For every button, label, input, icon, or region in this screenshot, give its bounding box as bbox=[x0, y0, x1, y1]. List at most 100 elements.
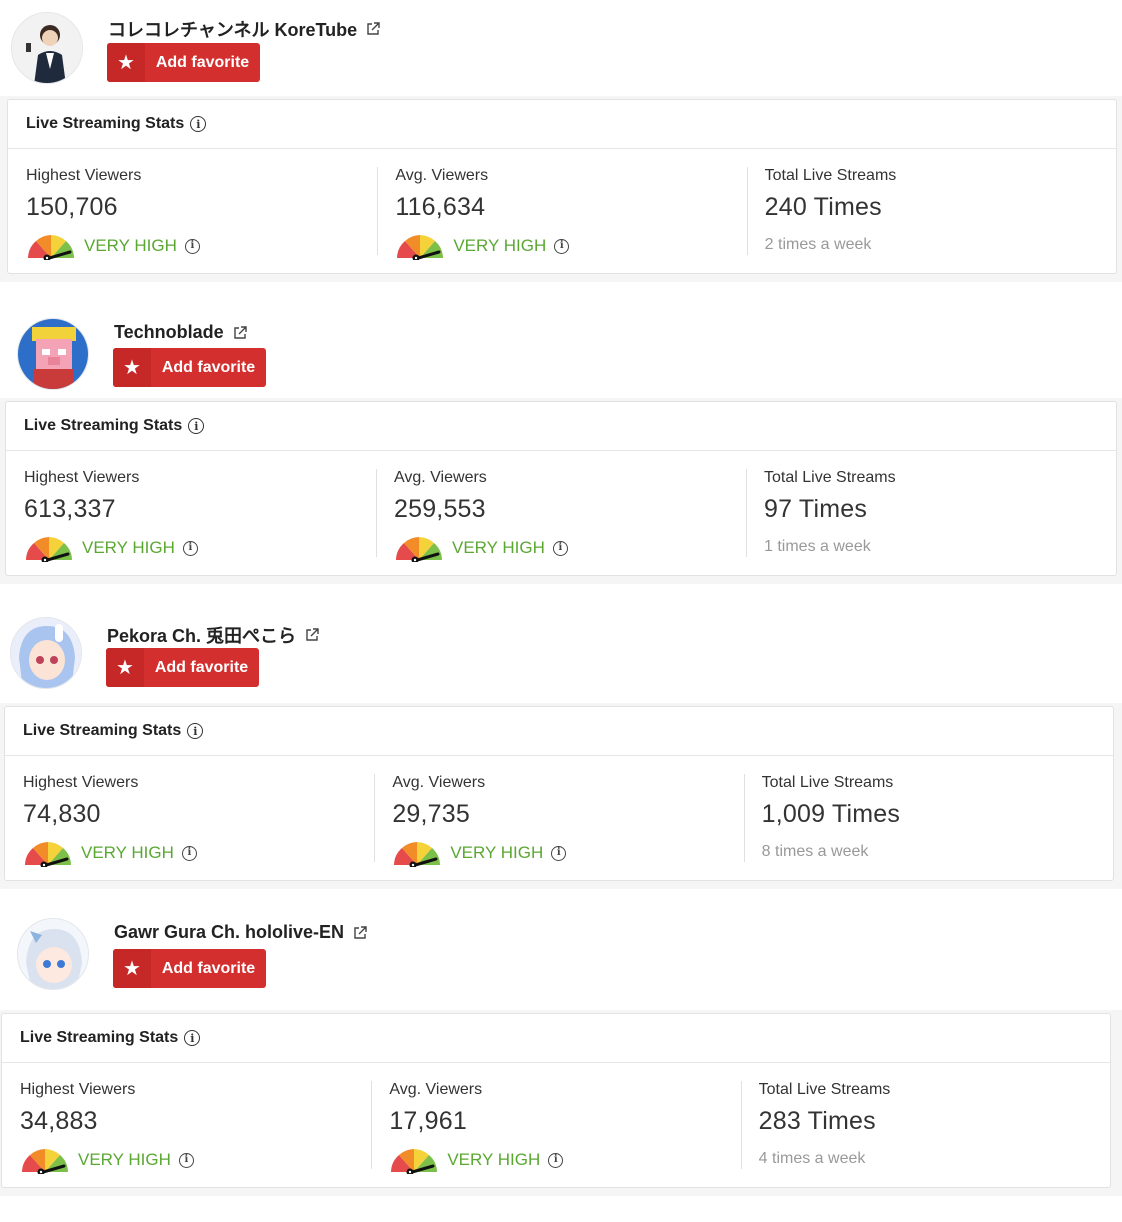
info-icon[interactable]: i bbox=[184, 238, 200, 254]
gauge-icon bbox=[394, 842, 441, 867]
avg-viewers-value: 29,735 bbox=[392, 800, 470, 828]
avg-viewers-stat: Avg. Viewers 17,961 VERY HIGH i bbox=[371, 1063, 740, 1187]
avg-viewers-label: Avg. Viewers bbox=[395, 167, 489, 184]
rating-text: VERY HIGH bbox=[453, 236, 547, 255]
rating-text: VERY HIGH bbox=[452, 538, 545, 557]
stats-title: Live Streaming Stats i bbox=[6, 402, 1116, 451]
total-streams-value: 1,009 Times bbox=[761, 800, 901, 828]
info-icon[interactable]: i bbox=[187, 723, 204, 739]
highest-viewers-stat: Highest Viewers 74,830 VERY HIGH i bbox=[5, 756, 374, 880]
stats-title-text: Live Streaming Stats bbox=[24, 417, 183, 434]
add-favorite-button[interactable]: ★ Add favorite bbox=[113, 949, 266, 988]
stats-title-text: Live Streaming Stats bbox=[23, 722, 182, 739]
total-streams-label: Total Live Streams bbox=[764, 167, 897, 184]
highest-viewers-label: Highest Viewers bbox=[26, 167, 142, 184]
stats-card: Live Streaming Stats i Highest Viewers 1… bbox=[7, 99, 1117, 274]
shark-avatar-image bbox=[18, 919, 88, 989]
stream-frequency: 2 times a week bbox=[764, 236, 872, 253]
avg-viewers-label: Avg. Viewers bbox=[389, 1081, 483, 1098]
info-icon[interactable]: i bbox=[182, 540, 198, 556]
total-streams-label: Total Live Streams bbox=[761, 774, 894, 791]
external-link-icon bbox=[233, 325, 247, 339]
gauge-icon bbox=[28, 235, 74, 260]
highest-viewers-value: 74,830 bbox=[23, 800, 101, 828]
info-icon[interactable]: i bbox=[188, 418, 205, 434]
highest-viewers-stat: Highest Viewers 34,883 VERY HIGH i bbox=[2, 1063, 371, 1187]
total-streams-stat: Total Live Streams 97 Times 1 times a we… bbox=[746, 451, 1116, 575]
channel-name-link[interactable]: Technoblade bbox=[114, 322, 248, 343]
highest-viewers-label: Highest Viewers bbox=[24, 469, 140, 486]
highest-viewers-label: Highest Viewers bbox=[23, 774, 139, 791]
gauge-icon bbox=[25, 842, 71, 867]
gauge-icon bbox=[26, 537, 72, 562]
stats-card: Live Streaming Stats i Highest Viewers 6… bbox=[5, 401, 1117, 576]
star-icon: ★ bbox=[113, 949, 151, 988]
gauge-icon bbox=[397, 235, 444, 260]
channel-block: Pekora Ch. 兎田ぺこら ★ Add favorite Live Str… bbox=[0, 606, 1122, 889]
rating-text: VERY HIGH bbox=[78, 1150, 171, 1169]
total-streams-label: Total Live Streams bbox=[764, 469, 896, 486]
stats-title-text: Live Streaming Stats bbox=[20, 1029, 179, 1046]
info-icon[interactable]: i bbox=[181, 845, 197, 861]
total-streams-value: 240 Times bbox=[764, 193, 882, 221]
channel-block: Technoblade ★ Add favorite Live Streamin… bbox=[0, 306, 1122, 584]
info-icon[interactable]: i bbox=[184, 1030, 201, 1046]
stats-title: Live Streaming Stats i bbox=[2, 1014, 1110, 1063]
highest-viewers-value: 34,883 bbox=[20, 1107, 98, 1135]
anime-avatar-image bbox=[11, 618, 81, 688]
info-icon[interactable]: i bbox=[554, 238, 570, 254]
stats-title: Live Streaming Stats i bbox=[5, 707, 1113, 756]
channel-avatar[interactable] bbox=[11, 12, 83, 84]
rating-text: VERY HIGH bbox=[447, 1150, 541, 1169]
info-icon[interactable]: i bbox=[552, 540, 568, 556]
avg-viewers-label: Avg. Viewers bbox=[394, 469, 487, 486]
channel-block: Gawr Gura Ch. hololive-EN ★ Add favorite… bbox=[0, 906, 1122, 1196]
avg-viewers-stat: Avg. Viewers 29,735 VERY HIGH i bbox=[374, 756, 743, 880]
rating-text: VERY HIGH bbox=[84, 236, 177, 255]
channel-block: コレコレチャンネル KoreTube ★ Add favorite Live S… bbox=[0, 0, 1122, 282]
avg-viewers-stat: Avg. Viewers 116,634 VERY HIGH i bbox=[377, 149, 746, 273]
highest-viewers-stat: Highest Viewers 613,337 VERY HIGH i bbox=[6, 451, 376, 575]
avg-viewers-value: 116,634 bbox=[395, 193, 486, 221]
add-favorite-button[interactable]: ★ Add favorite bbox=[107, 43, 260, 82]
stream-frequency: 1 times a week bbox=[764, 538, 871, 555]
add-favorite-label: Add favorite bbox=[161, 959, 256, 977]
channel-avatar[interactable] bbox=[17, 918, 89, 990]
add-favorite-button[interactable]: ★ Add favorite bbox=[106, 648, 259, 687]
gauge-icon bbox=[22, 1149, 68, 1174]
rating-text: VERY HIGH bbox=[82, 538, 175, 557]
pig-avatar-image bbox=[18, 319, 88, 389]
channel-avatar[interactable] bbox=[10, 617, 82, 689]
channel-avatar[interactable] bbox=[17, 318, 89, 390]
highest-viewers-label: Highest Viewers bbox=[20, 1081, 136, 1098]
avg-viewers-label: Avg. Viewers bbox=[392, 774, 486, 791]
add-favorite-label: Add favorite bbox=[155, 53, 250, 71]
external-link-icon bbox=[306, 628, 319, 641]
gauge-icon bbox=[391, 1149, 438, 1174]
rating-text: VERY HIGH bbox=[450, 843, 544, 862]
star-icon: ★ bbox=[106, 648, 144, 687]
star-icon: ★ bbox=[107, 43, 145, 82]
highest-viewers-stat: Highest Viewers 150,706 VERY HIGH i bbox=[8, 149, 377, 273]
add-favorite-label: Add favorite bbox=[161, 358, 256, 376]
rating-text: VERY HIGH bbox=[81, 843, 174, 862]
info-icon[interactable]: i bbox=[551, 845, 567, 861]
total-streams-value: 283 Times bbox=[758, 1107, 876, 1135]
highest-viewers-value: 613,337 bbox=[24, 495, 116, 523]
info-icon[interactable]: i bbox=[178, 1152, 194, 1168]
star-icon: ★ bbox=[113, 348, 151, 387]
info-icon[interactable]: i bbox=[548, 1152, 564, 1168]
stats-card: Live Streaming Stats i Highest Viewers 3… bbox=[1, 1013, 1111, 1188]
channel-name: Technoblade bbox=[114, 322, 224, 342]
total-streams-stat: Total Live Streams 283 Times 4 times a w… bbox=[740, 1063, 1110, 1187]
channel-name: Pekora Ch. 兎田ぺこら bbox=[107, 626, 297, 646]
channel-name-link[interactable]: Gawr Gura Ch. hololive-EN bbox=[114, 922, 368, 943]
channel-name-link[interactable]: Pekora Ch. 兎田ぺこら bbox=[107, 622, 320, 648]
channel-name-link[interactable]: コレコレチャンネル KoreTube bbox=[108, 16, 381, 42]
channel-name: Gawr Gura Ch. hololive-EN bbox=[114, 922, 345, 942]
total-streams-stat: Total Live Streams 240 Times 2 times a w… bbox=[746, 149, 1116, 273]
info-icon[interactable]: i bbox=[190, 116, 207, 132]
total-streams-value: 97 Times bbox=[764, 495, 868, 523]
add-favorite-button[interactable]: ★ Add favorite bbox=[113, 348, 266, 387]
avg-viewers-value: 17,961 bbox=[389, 1107, 467, 1135]
